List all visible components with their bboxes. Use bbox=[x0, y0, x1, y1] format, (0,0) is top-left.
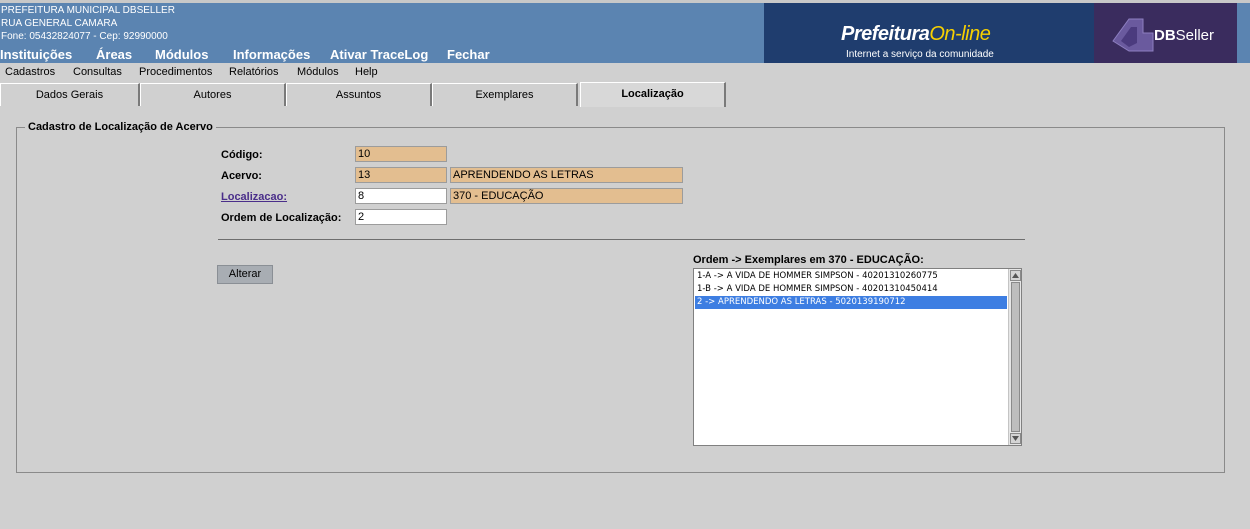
codigo-field: 10 bbox=[355, 146, 447, 162]
localizacao-link[interactable]: Localizacao: bbox=[221, 191, 287, 203]
exemplares-list-title: Ordem -> Exemplares em 370 - EDUCAÇÃO: bbox=[693, 254, 924, 266]
dbseller-logo-icon bbox=[1112, 18, 1154, 52]
list-item-selected[interactable]: 2 -> APRENDENDO AS LETRAS - 502013919071… bbox=[695, 296, 1007, 309]
dbseller-brand: DBSeller bbox=[1094, 3, 1237, 63]
menu-areas[interactable]: Áreas bbox=[96, 47, 132, 62]
org-name: PREFEITURA MUNICIPAL DBSELLER bbox=[1, 5, 175, 16]
menu-informacoes[interactable]: Informações bbox=[233, 47, 310, 62]
scroll-down-icon[interactable] bbox=[1010, 433, 1021, 444]
tab-assuntos[interactable]: Assuntos bbox=[286, 83, 432, 106]
submenu-relatorios[interactable]: Relatórios bbox=[229, 66, 279, 78]
app-header: PREFEITURA MUNICIPAL DBSELLER RUA GENERA… bbox=[0, 0, 1250, 63]
submenu-bar: Cadastros Consultas Procedimentos Relató… bbox=[0, 63, 1250, 82]
org-address: RUA GENERAL CAMARA bbox=[1, 18, 118, 29]
submenu-help[interactable]: Help bbox=[355, 66, 378, 78]
acervo-code-field: 13 bbox=[355, 167, 447, 183]
prefeitura-online-banner: PrefeituraOn-line Internet a serviço da … bbox=[764, 3, 1094, 63]
acervo-label: Acervo: bbox=[221, 170, 262, 182]
scrollbar-track[interactable] bbox=[1011, 282, 1020, 432]
localizacao-code-input[interactable]: 8 bbox=[355, 188, 447, 204]
menu-modulos[interactable]: Módulos bbox=[155, 47, 208, 62]
tab-localizacao[interactable]: Localização bbox=[580, 82, 726, 107]
banner-title-accent: On-line bbox=[929, 23, 991, 45]
codigo-label: Código: bbox=[221, 149, 263, 161]
tab-bar: Dados Gerais Autores Assuntos Exemplares… bbox=[0, 82, 1250, 107]
ordem-input[interactable]: 2 bbox=[355, 209, 447, 225]
list-item[interactable]: 1-A -> A VIDA DE HOMMER SIMPSON - 402013… bbox=[695, 270, 1007, 283]
tab-exemplares[interactable]: Exemplares bbox=[432, 83, 578, 106]
banner-title: PrefeituraOn-line bbox=[841, 23, 991, 46]
tab-autores[interactable]: Autores bbox=[140, 83, 286, 106]
exemplares-listbox[interactable]: 1-A -> A VIDA DE HOMMER SIMPSON - 402013… bbox=[693, 268, 1022, 446]
submenu-procedimentos[interactable]: Procedimentos bbox=[139, 66, 212, 78]
fieldset-legend: Cadastro de Localização de Acervo bbox=[25, 121, 216, 133]
list-item[interactable]: 1-B -> A VIDA DE HOMMER SIMPSON - 402013… bbox=[695, 283, 1007, 296]
menu-instituicoes[interactable]: Instituições bbox=[0, 47, 72, 62]
banner-subtitle: Internet a serviço da comunidade bbox=[846, 49, 994, 60]
org-info: PREFEITURA MUNICIPAL DBSELLER RUA GENERA… bbox=[1, 4, 175, 43]
acervo-desc-field: APRENDENDO AS LETRAS bbox=[450, 167, 683, 183]
localizacao-fieldset: Cadastro de Localização de Acervo Código… bbox=[16, 121, 1225, 473]
submenu-consultas[interactable]: Consultas bbox=[73, 66, 122, 78]
localizacao-desc-field: 370 - EDUCAÇÃO bbox=[450, 188, 683, 204]
menu-fechar[interactable]: Fechar bbox=[447, 47, 490, 62]
tab-dados-gerais[interactable]: Dados Gerais bbox=[0, 83, 140, 106]
listbox-scrollbar[interactable] bbox=[1008, 269, 1021, 445]
submenu-modulos[interactable]: Módulos bbox=[297, 66, 339, 78]
scroll-up-icon[interactable] bbox=[1010, 270, 1021, 281]
alterar-button[interactable]: Alterar bbox=[217, 265, 273, 284]
banner-title-main: Prefeitura bbox=[841, 23, 930, 45]
submenu-cadastros[interactable]: Cadastros bbox=[5, 66, 55, 78]
menu-ativar-tracelog[interactable]: Ativar TraceLog bbox=[330, 47, 428, 62]
form-divider bbox=[218, 239, 1025, 240]
org-contact: Fone: 05432824077 - Cep: 92990000 bbox=[1, 31, 168, 42]
ordem-label: Ordem de Localização: bbox=[221, 212, 342, 224]
dbseller-name: DBSeller bbox=[1154, 27, 1215, 44]
